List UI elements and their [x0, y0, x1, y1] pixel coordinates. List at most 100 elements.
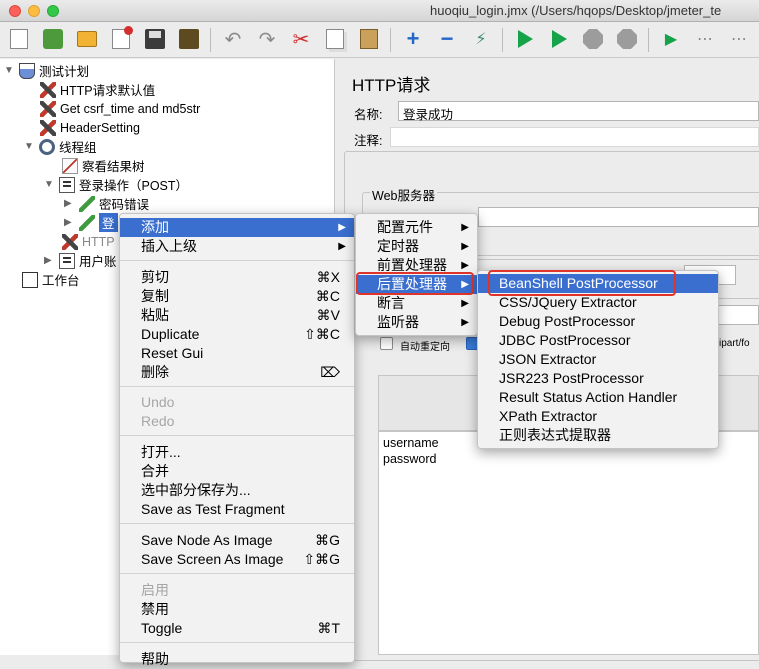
toggle-button[interactable]: ⚡	[468, 26, 494, 52]
menu-item-save-fragment[interactable]: Save as Test Fragment	[120, 500, 354, 519]
menu-item-help[interactable]: 帮助	[120, 650, 354, 669]
param-row[interactable]: password	[383, 452, 437, 466]
menu-item-paste[interactable]: 粘贴 ⌘V	[120, 306, 354, 325]
close-button[interactable]	[108, 26, 134, 52]
tree-node-test-plan[interactable]: ▼ 测试计划	[4, 61, 89, 80]
copy-icon	[326, 29, 344, 49]
panel-title: HTTP请求	[352, 76, 431, 95]
menu-item-save-selection[interactable]: 选中部分保存为...	[120, 481, 354, 500]
tree-node-label: 登录操作（POST）	[79, 179, 189, 193]
paste-button[interactable]	[356, 26, 382, 52]
menu-separator	[120, 573, 354, 574]
tree-node-label: 密码错误	[99, 198, 150, 212]
menu-item-timer[interactable]: 定时器 ▶	[356, 237, 477, 256]
menu-item-reset-gui[interactable]: Reset Gui	[120, 344, 354, 363]
menu-item-add[interactable]: 添加 ▶	[120, 218, 354, 237]
tree-node-csrf[interactable]: Get csrf_time and md5str	[40, 99, 200, 118]
shortcut: ⌘G	[315, 532, 340, 548]
collapse-all-button[interactable]: −	[434, 26, 460, 52]
menu-item-duplicate[interactable]: Duplicate ⇧⌘C	[120, 325, 354, 344]
start-no-pause-icon	[551, 30, 567, 48]
menu-item-save-node-image[interactable]: Save Node As Image ⌘G	[120, 531, 354, 550]
collapse-arrow-icon[interactable]: ▼	[4, 65, 14, 76]
cut-button[interactable]: ✂	[288, 26, 314, 52]
tree-node-http-defaults[interactable]: HTTP请求默认值	[40, 80, 155, 99]
minimize-window-button[interactable]	[28, 5, 40, 17]
tree-node-login-op[interactable]: ▼ 登录操作（POST）	[44, 175, 188, 194]
start-icon	[517, 30, 533, 48]
menu-item-jsr223-postprocessor[interactable]: JSR223 PostProcessor	[478, 369, 718, 388]
menu-item-label: 帮助	[141, 651, 169, 667]
menu-item-label: Undo	[141, 394, 175, 410]
menu-item-insert-parent[interactable]: 插入上级 ▶	[120, 237, 354, 256]
tree-node-pwd-error[interactable]: ▶ 密码错误	[64, 194, 149, 213]
open-button[interactable]	[74, 26, 100, 52]
expand-arrow-icon[interactable]: ▶	[44, 255, 54, 266]
menu-item-debug-postprocessor[interactable]: Debug PostProcessor	[478, 312, 718, 331]
menu-item-open[interactable]: 打开...	[120, 443, 354, 462]
menu-item-assertion[interactable]: 断言 ▶	[356, 294, 477, 313]
new-button[interactable]	[6, 26, 32, 52]
tree-node-label: 测试计划	[39, 65, 90, 79]
tree-node-header-setting[interactable]: HeaderSetting	[40, 118, 140, 137]
maximize-window-button[interactable]	[47, 5, 59, 17]
menu-item-listener[interactable]: 监听器 ▶	[356, 313, 477, 332]
redo-button[interactable]: ↷	[254, 26, 280, 52]
menu-item-result-status-handler[interactable]: Result Status Action Handler	[478, 388, 718, 407]
menu-item-merge[interactable]: 合并	[120, 462, 354, 481]
menu-item-label: Debug PostProcessor	[499, 313, 636, 329]
start-no-pause-button[interactable]	[546, 26, 572, 52]
close-window-button[interactable]	[9, 5, 21, 17]
save-screen-button[interactable]	[176, 26, 202, 52]
shortcut: ⌘X	[316, 269, 340, 285]
copy-button[interactable]	[322, 26, 348, 52]
remote-all-button[interactable]: ⋯	[726, 26, 752, 52]
auto-redirect-checkbox[interactable]	[380, 337, 393, 350]
menu-item-xpath-extractor[interactable]: XPath Extractor	[478, 407, 718, 426]
wrench-icon	[62, 233, 78, 250]
collapse-arrow-icon[interactable]: ▼	[24, 141, 34, 152]
menu-item-label: 定时器	[377, 238, 419, 254]
menu-item-jdbc-postprocessor[interactable]: JDBC PostProcessor	[478, 331, 718, 350]
tree-node-result-tree[interactable]: 察看结果树	[62, 156, 145, 175]
menu-item-toggle[interactable]: Toggle ⌘T	[120, 619, 354, 638]
menu-item-json-extractor[interactable]: JSON Extractor	[478, 350, 718, 369]
undo-button[interactable]: ↶	[220, 26, 246, 52]
name-label: 名称:	[354, 108, 383, 122]
redo-icon: ↷	[258, 28, 276, 51]
remote-button[interactable]: ⋯	[692, 26, 718, 52]
context-menu: 添加 ▶ 插入上级 ▶ 剪切 ⌘X 复制 ⌘C 粘贴 ⌘V Duplicate ⇧⌘C Re…	[119, 213, 355, 667]
remote-start-button[interactable]: ▶	[658, 26, 684, 52]
stop-button[interactable]	[580, 26, 606, 52]
menu-item-cut[interactable]: 剪切 ⌘X	[120, 268, 354, 287]
menu-item-regex-extractor[interactable]: 正则表达式提取器	[478, 426, 718, 445]
start-button[interactable]	[512, 26, 538, 52]
param-row[interactable]: username	[383, 436, 439, 450]
expand-arrow-icon[interactable]: ▶	[64, 198, 74, 209]
tree-node-http-disabled[interactable]: HTTP	[62, 232, 115, 251]
comment-field[interactable]	[390, 127, 759, 147]
parameters-table[interactable]: username password	[378, 431, 759, 655]
collapse-arrow-icon[interactable]: ▼	[44, 179, 54, 190]
tree-node-workbench[interactable]: 工作台	[22, 270, 80, 289]
expand-all-button[interactable]: +	[400, 26, 426, 52]
tree-node-thread-group[interactable]: ▼ 线程组	[24, 137, 97, 156]
shortcut: ⌘V	[316, 307, 340, 323]
menu-separator	[120, 260, 354, 261]
shutdown-icon	[617, 29, 637, 49]
menu-item-copy[interactable]: 复制 ⌘C	[120, 287, 354, 306]
menu-item-save-screen-image[interactable]: Save Screen As Image ⇧⌘G	[120, 550, 354, 569]
menu-separator	[120, 642, 354, 643]
menu-item-disable[interactable]: 禁用	[120, 600, 354, 619]
tree-node-user-account[interactable]: ▶ 用户账	[44, 251, 117, 270]
tree-node-login-success[interactable]: ▶ 登	[64, 213, 118, 232]
expand-arrow-icon[interactable]: ▶	[64, 217, 74, 228]
templates-button[interactable]	[40, 26, 66, 52]
pipette-icon	[79, 214, 95, 231]
save-button[interactable]	[142, 26, 168, 52]
menu-item-config-element[interactable]: 配置元件 ▶	[356, 218, 477, 237]
shutdown-button[interactable]	[614, 26, 640, 52]
menu-item-delete[interactable]: 删除 ⌦	[120, 363, 354, 382]
name-field[interactable]: 登录成功	[398, 101, 759, 122]
server-name-field[interactable]	[478, 207, 759, 227]
